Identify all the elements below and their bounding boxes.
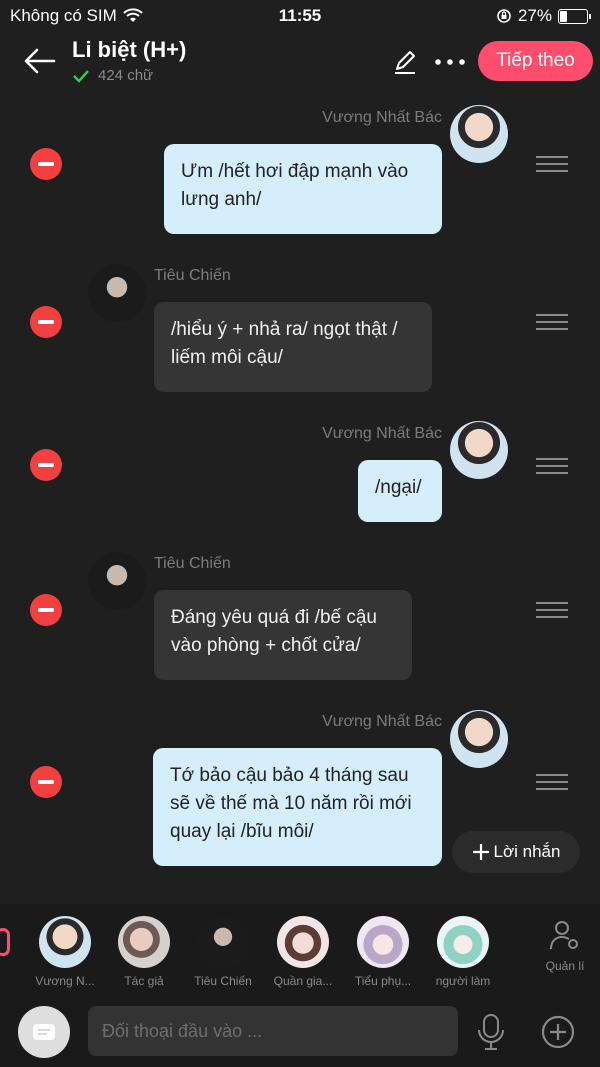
avatar[interactable] [450, 710, 508, 768]
drag-handle-icon[interactable] [536, 602, 568, 618]
character-option[interactable]: Tiêu Chiến [188, 916, 258, 988]
avatar[interactable] [88, 552, 146, 610]
battery-icon [558, 8, 591, 24]
sender-name: Vương Nhất Bác [322, 425, 442, 442]
character-name: Tiêu Chiến [194, 974, 252, 988]
message-bubble[interactable]: /ngại/ [358, 460, 442, 522]
drag-handle-icon[interactable] [536, 774, 568, 790]
story-title: Li biệt (H+) [72, 37, 187, 62]
avatar[interactable] [450, 105, 508, 163]
sender-name: Tiêu Chiến [154, 267, 231, 284]
drag-handle-icon[interactable] [536, 156, 568, 172]
character-option[interactable]: người làm [428, 916, 498, 988]
add-message-label: Lời nhắn [493, 842, 561, 861]
delete-message-button[interactable] [30, 306, 62, 338]
delete-message-button[interactable] [30, 594, 62, 626]
next-button[interactable]: Tiếp theo [478, 41, 593, 81]
character-name: Tiểu phụ... [354, 974, 412, 988]
back-arrow-icon[interactable] [22, 46, 58, 76]
input-bar [0, 1000, 600, 1067]
avatar [118, 916, 170, 968]
microphone-icon[interactable] [474, 1012, 508, 1052]
message-bubble[interactable]: Đáng yêu quá đi /bế cậu vào phòng + chốt… [154, 590, 412, 680]
character-name: Vương N... [35, 974, 95, 988]
character-option[interactable]: Tiểu phụ... [348, 916, 418, 988]
message-bubble[interactable]: /hiểu ý + nhả ra/ ngọt thật / liếm môi c… [154, 302, 432, 392]
sender-name: Vương Nhất Bác [322, 109, 442, 126]
drag-handle-icon[interactable] [536, 458, 568, 474]
word-count: 424 chữ [72, 67, 153, 84]
character-bar: Vương N... Tác giả Tiêu Chiến Quần gia..… [0, 904, 600, 1000]
add-circle-icon[interactable] [540, 1014, 576, 1050]
character-name: Tác giả [124, 974, 164, 988]
avatar[interactable] [88, 264, 146, 322]
avatar [277, 916, 329, 968]
message-bubble[interactable]: Ưm /hết hơi đập mạnh vào lưng anh/ [164, 144, 442, 234]
dialogue-input[interactable] [88, 1006, 458, 1056]
delete-message-button[interactable] [30, 148, 62, 180]
character-name: Quần gia... [273, 974, 333, 988]
avatar [357, 916, 409, 968]
character-partial[interactable] [0, 928, 10, 956]
chat-mode-button[interactable] [18, 1006, 70, 1058]
character-option[interactable]: Vương N... [30, 916, 100, 988]
character-option[interactable]: Tác giả [109, 916, 179, 988]
battery-percent: 27% [517, 6, 552, 25]
sender-name: Tiêu Chiến [154, 555, 231, 572]
user-settings-icon [550, 921, 578, 950]
avatar[interactable] [450, 421, 508, 479]
drag-handle-icon[interactable] [536, 314, 568, 330]
character-name: người làm [435, 974, 491, 988]
avatar [39, 916, 91, 968]
add-message-button[interactable]: Lời nhắn [452, 831, 580, 873]
plus-icon [472, 844, 489, 860]
character-option[interactable]: Quần gia... [268, 916, 338, 988]
more-icon[interactable] [432, 52, 468, 72]
rotation-lock-icon [497, 9, 511, 23]
check-icon [73, 69, 89, 83]
manage-button[interactable]: Quản lí [536, 918, 594, 973]
pencil-icon[interactable] [392, 49, 418, 75]
avatar [437, 916, 489, 968]
avatar [197, 916, 249, 968]
manage-label: Quản lí [545, 959, 585, 973]
chat-bubble-icon [33, 1024, 55, 1040]
delete-message-button[interactable] [30, 449, 62, 481]
word-count-text: 424 chữ [98, 67, 154, 84]
delete-message-button[interactable] [30, 766, 62, 798]
status-bar: Không có SIM 11:55 27% [0, 0, 600, 32]
message-bubble[interactable]: Tớ bảo cậu bảo 4 tháng sau sẽ về thế mà … [153, 748, 442, 866]
header: Li biệt (H+) 424 chữ Tiếp theo [0, 32, 600, 94]
chat-area[interactable]: Vương Nhất Bác Ưm /hết hơi đập mạnh vào … [0, 94, 600, 904]
sender-name: Vương Nhất Bác [322, 713, 442, 730]
